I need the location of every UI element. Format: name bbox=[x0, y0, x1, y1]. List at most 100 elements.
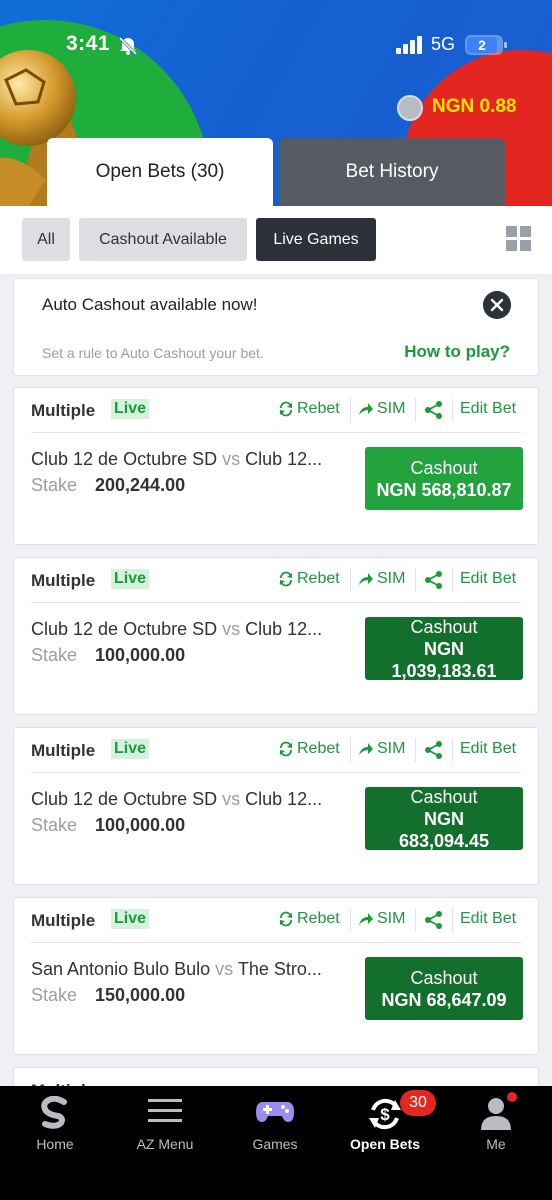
match-name: Club 12 de Octubre SD vs Club 12... bbox=[31, 619, 349, 640]
sim-button[interactable]: SIM bbox=[358, 400, 405, 418]
divider bbox=[31, 432, 521, 433]
cashout-amount: NGN bbox=[424, 638, 464, 659]
share-button[interactable] bbox=[424, 400, 447, 420]
divider bbox=[452, 738, 453, 762]
divider bbox=[31, 772, 521, 773]
share-icon bbox=[425, 741, 442, 759]
live-badge: Live bbox=[111, 909, 150, 929]
share-button[interactable] bbox=[424, 910, 447, 930]
match-name: Club 12 de Octubre SD vs Club 12... bbox=[31, 449, 349, 470]
rebet-label: Rebet bbox=[297, 740, 340, 757]
divider bbox=[350, 568, 351, 592]
bet-card[interactable]: Multiple Live Rebet SIM Edit Bet Club 12 de O… bbox=[13, 387, 539, 545]
edit-bet-button[interactable]: Edit Bet bbox=[460, 740, 516, 758]
share-arrow-icon bbox=[359, 573, 373, 585]
battery-icon: 2 bbox=[465, 35, 507, 55]
divider bbox=[452, 568, 453, 592]
bell-muted-icon bbox=[118, 36, 138, 56]
open-bets-icon: $ bbox=[369, 1098, 401, 1130]
stake-label: Stake bbox=[31, 475, 78, 495]
filter-all[interactable]: All bbox=[22, 218, 70, 261]
bet-card[interactable]: Multiple Live Rebet SIM Edit Bet San Antonio … bbox=[13, 897, 539, 1055]
cashout-button[interactable]: Cashout NGN 1,039,183.61 bbox=[365, 617, 523, 681]
away-team: Club 12... bbox=[245, 449, 323, 469]
cashout-amount: NGN 568,810.87 bbox=[376, 479, 512, 500]
match-name: San Antonio Bulo Bulo vs The Stro... bbox=[31, 959, 349, 980]
share-arrow-icon bbox=[359, 913, 373, 925]
bet-card[interactable]: Multiple Live Rebet SIM Edit Bet Club 12 de O… bbox=[13, 727, 539, 885]
away-team: Club 12... bbox=[245, 619, 323, 639]
bet-type: Multiple bbox=[31, 911, 96, 930]
stake-amount: 100,000.00 bbox=[95, 815, 186, 835]
gamepad-icon bbox=[256, 1102, 294, 1122]
sim-label: SIM bbox=[377, 910, 406, 927]
away-team: Club 12... bbox=[245, 789, 323, 809]
cashout-amount: NGN bbox=[424, 808, 464, 829]
away-team: The Stro... bbox=[237, 959, 322, 979]
share-arrow-icon bbox=[359, 403, 373, 415]
edit-bet-button[interactable]: Edit Bet bbox=[460, 570, 516, 588]
vs-label: vs bbox=[222, 619, 241, 639]
cashout-amount: NGN 68,647.09 bbox=[381, 989, 507, 1010]
share-icon bbox=[425, 911, 442, 929]
bet-card[interactable]: Multiple Live Rebet SIM Edit Bet Club 12 de O… bbox=[13, 557, 539, 715]
stake-amount: 150,000.00 bbox=[95, 985, 186, 1005]
banner-subtitle: Set a rule to Auto Cashout your bet. bbox=[42, 345, 264, 361]
vs-label: vs bbox=[222, 789, 241, 809]
nav-az-menu[interactable]: AZ Menu bbox=[110, 1086, 220, 1166]
rebet-icon bbox=[280, 911, 292, 927]
notification-dot bbox=[507, 1092, 517, 1102]
divider bbox=[415, 568, 416, 592]
header-banner: 3:41 5G 2 NGN 0.88 Open Bets (30) Bet Hi… bbox=[0, 0, 552, 206]
home-team: Club 12 de Octubre SD bbox=[31, 619, 218, 639]
grid-view-icon[interactable] bbox=[506, 226, 532, 252]
cashout-button[interactable]: Cashout NGN 683,094.45 bbox=[365, 786, 523, 851]
battery-level: 2 bbox=[467, 37, 497, 53]
cashout-button[interactable]: Cashout NGN 568,810.87 bbox=[365, 447, 523, 510]
cashout-label: Cashout bbox=[410, 786, 478, 807]
home-team: Club 12 de Octubre SD bbox=[31, 789, 218, 809]
rebet-button[interactable]: Rebet bbox=[278, 570, 340, 588]
sim-button[interactable]: SIM bbox=[358, 910, 405, 928]
bet-type: Multiple bbox=[31, 741, 96, 760]
live-badge: Live bbox=[111, 739, 150, 759]
nav-home[interactable]: Home bbox=[0, 1086, 110, 1166]
rebet-button[interactable]: Rebet bbox=[278, 400, 340, 418]
sim-button[interactable]: SIM bbox=[358, 570, 405, 588]
vs-label: vs bbox=[215, 959, 234, 979]
divider bbox=[350, 398, 351, 422]
filter-bar: All Cashout Available Live Games bbox=[0, 206, 552, 274]
home-team: Club 12 de Octubre SD bbox=[31, 449, 218, 469]
filter-cashout-available[interactable]: Cashout Available bbox=[79, 218, 247, 261]
nav-me[interactable]: Me bbox=[441, 1086, 551, 1166]
share-button[interactable] bbox=[424, 740, 447, 760]
sim-button[interactable]: SIM bbox=[358, 740, 405, 758]
sim-label: SIM bbox=[377, 400, 406, 417]
divider bbox=[415, 398, 416, 422]
cashout-amount-cont: 1,039,183.61 bbox=[391, 660, 497, 681]
sporty-logo-icon bbox=[41, 1096, 67, 1129]
close-icon[interactable] bbox=[483, 291, 511, 319]
edit-bet-button[interactable]: Edit Bet bbox=[460, 910, 516, 928]
nav-me-label: Me bbox=[486, 1136, 506, 1152]
cashout-amount-cont: 683,094.45 bbox=[398, 830, 490, 851]
filter-live-games[interactable]: Live Games bbox=[256, 218, 376, 261]
live-badge: Live bbox=[111, 569, 150, 589]
tab-bet-history[interactable]: Bet History bbox=[279, 138, 505, 206]
how-to-play-link[interactable]: How to play? bbox=[404, 342, 510, 362]
avatar[interactable] bbox=[397, 95, 423, 121]
share-button[interactable] bbox=[424, 570, 447, 590]
tab-open-bets[interactable]: Open Bets (30) bbox=[47, 138, 273, 206]
hamburger-menu-icon bbox=[148, 1099, 182, 1122]
rebet-button[interactable]: Rebet bbox=[278, 910, 340, 928]
divider bbox=[350, 738, 351, 762]
nav-az-menu-label: AZ Menu bbox=[136, 1136, 194, 1152]
nav-games[interactable]: Games bbox=[220, 1086, 330, 1166]
signal-icon bbox=[396, 36, 422, 54]
edit-bet-button[interactable]: Edit Bet bbox=[460, 400, 516, 418]
account-balance[interactable]: NGN 0.88 bbox=[432, 96, 516, 118]
rebet-button[interactable]: Rebet bbox=[278, 740, 340, 758]
svg-text:$: $ bbox=[380, 1105, 390, 1124]
stake-label: Stake bbox=[31, 645, 78, 665]
cashout-button[interactable]: Cashout NGN 68,647.09 bbox=[365, 957, 523, 1020]
